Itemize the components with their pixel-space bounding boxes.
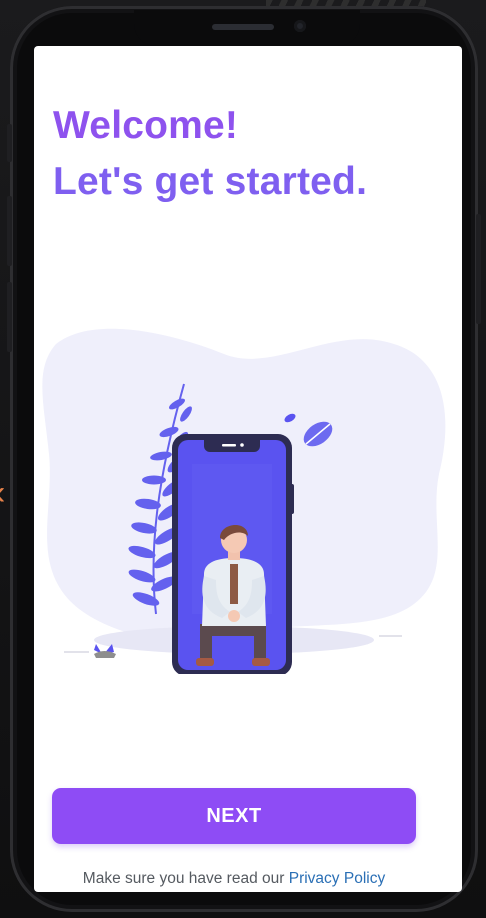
privacy-policy-link[interactable]: Privacy Policy bbox=[289, 870, 385, 887]
welcome-heading: Welcome! Let's get started. bbox=[53, 98, 367, 210]
side-button-left-3 bbox=[7, 282, 12, 352]
next-button[interactable]: NEXT bbox=[52, 788, 416, 844]
welcome-line-1: Welcome! bbox=[53, 104, 239, 147]
side-button-left-1 bbox=[7, 124, 12, 162]
onboarding-screen: Welcome! Let's get started. NEXT Make su… bbox=[34, 46, 462, 892]
front-camera-icon bbox=[294, 20, 306, 32]
welcome-line-2: Let's get started. bbox=[53, 160, 368, 203]
side-button-left-2 bbox=[7, 196, 12, 266]
privacy-prefix-text: Make sure you have read our bbox=[82, 870, 285, 887]
speaker-grille bbox=[212, 24, 274, 30]
onboarding-illustration bbox=[42, 328, 446, 674]
privacy-notice: Make sure you have read our Privacy Poli… bbox=[34, 870, 434, 888]
side-button-right bbox=[476, 214, 481, 324]
phone-notch bbox=[134, 10, 360, 46]
chevron-left-icon: ‹ bbox=[0, 476, 8, 510]
device-frame-background: ‹ Welcome! Let's get started. bbox=[0, 0, 486, 918]
